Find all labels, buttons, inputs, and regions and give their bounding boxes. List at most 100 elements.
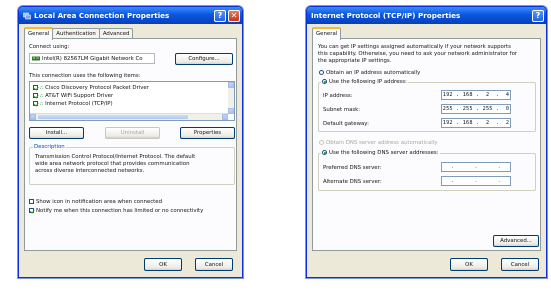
help-button[interactable]: ? [214, 9, 226, 22]
tcpip-properties-title: Internet Protocol (TCP/IP) Properties [311, 11, 461, 20]
intro-line-1: You can get IP settings assigned automat… [318, 44, 511, 50]
alternate-dns-label: Alternate DNS server: [323, 179, 382, 185]
ip-address-field[interactable]: 192 . 168 . 2 . 4 [441, 90, 511, 100]
help-button[interactable]: ? [532, 9, 544, 22]
preferred-dns-field[interactable]: . . . [441, 162, 511, 172]
obtain-dns-option[interactable]: Obtain DNS server address automatically [319, 140, 437, 146]
tab-general[interactable]: General [312, 27, 342, 40]
att-item-label: AT&T WiFi Support Driver [45, 93, 114, 99]
adapter-name: Intel(R) 82567LM Gigabit Network Co [42, 55, 143, 62]
configure-label: Configure... [188, 56, 220, 62]
scroll-down-arrow-icon[interactable] [228, 108, 234, 114]
connect-using-label: Connect using: [29, 44, 70, 50]
cisco-checkbox[interactable] [33, 85, 38, 90]
lan-properties-title: Local Area Connection Properties [34, 11, 170, 20]
install-label: Install... [45, 130, 68, 136]
use-ip-option[interactable]: Use the following IP address: [321, 79, 408, 85]
intro-line-2: this capability. Otherwise, you need to … [318, 51, 518, 57]
tcpip-item-label: Internet Protocol (TCP/IP) [45, 101, 113, 107]
default-gateway-field[interactable]: 192 . 168 . 2 . 2 [441, 118, 511, 128]
cancel-button[interactable]: Cancel [195, 258, 233, 271]
tcpip-properties-dialog: Internet Protocol (TCP/IP) Properties ? … [306, 6, 547, 278]
use-dns-label: Use the following DNS server addresses: [329, 150, 439, 156]
notify-label: Notify me when this connection has limit… [36, 208, 204, 214]
obtain-ip-radio[interactable] [319, 70, 324, 75]
ok-label: OK [159, 261, 167, 268]
list-item-att[interactable]: ⎍ AT&T WiFi Support Driver [33, 93, 113, 99]
cancel-label: Cancel [204, 261, 224, 268]
use-dns-option[interactable]: Use the following DNS server addresses: [321, 150, 440, 156]
scroll-up-arrow-icon[interactable] [228, 82, 234, 88]
advanced-label: Advanced... [500, 238, 532, 244]
horizontal-scroll-thumb[interactable] [38, 115, 188, 119]
ip-address-group: Use the following IP address: IP address… [318, 79, 536, 132]
list-item-tcpip[interactable]: ⎍ Internet Protocol (TCP/IP) [33, 101, 113, 107]
show-icon-label: Show icon in notification area when conn… [36, 199, 163, 205]
tcpip-properties-titlebar[interactable]: Internet Protocol (TCP/IP) Properties ? [307, 7, 546, 24]
scroll-right-arrow-icon[interactable] [222, 114, 228, 120]
general-tab-panel: Connect using: Intel(R) 82567LM Gigabit … [24, 38, 237, 251]
close-button[interactable]: ✕ [228, 9, 240, 22]
cancel-button[interactable]: Cancel [501, 258, 539, 271]
cisco-item-label: Cisco Discovery Protocol Packet Driver [45, 85, 149, 91]
notify-option[interactable]: Notify me when this connection has limit… [29, 208, 203, 214]
ok-label: OK [465, 261, 473, 268]
adapter-field: Intel(R) 82567LM Gigabit Network Co [29, 53, 155, 64]
subnet-mask-value: 255 . 255 . 255 . 0 [442, 106, 510, 112]
list-vertical-scrollbar[interactable] [228, 82, 234, 114]
use-dns-radio[interactable] [322, 150, 327, 155]
install-button[interactable]: Install... [29, 127, 84, 139]
ip-address-value: 192 . 168 . 2 . 4 [442, 92, 510, 98]
ip-address-label: IP address: [323, 93, 353, 99]
components-list[interactable]: ⎍ Cisco Discovery Protocol Packet Driver … [29, 81, 235, 121]
advanced-button[interactable]: Advanced... [493, 235, 539, 247]
uninstall-label: Uninstall [120, 130, 145, 136]
uninstall-button[interactable]: Uninstall [105, 127, 160, 139]
preferred-dns-label: Preferred DNS server: [323, 165, 382, 171]
show-icon-checkbox[interactable] [29, 199, 34, 204]
properties-label: Properties [193, 130, 222, 136]
network-connection-icon [23, 12, 31, 19]
obtain-dns-label: Obtain DNS server address automatically [326, 140, 438, 146]
subnet-mask-field[interactable]: 255 . 255 . 255 . 0 [441, 104, 511, 114]
tcpip-general-panel: You can get IP settings assigned automat… [312, 38, 541, 251]
ok-button[interactable]: OK [144, 258, 182, 271]
description-legend: Description [33, 144, 66, 150]
properties-button[interactable]: Properties [180, 127, 235, 139]
lan-properties-titlebar[interactable]: Local Area Connection Properties ? ✕ [19, 7, 242, 24]
obtain-ip-option[interactable]: Obtain an IP address automatically [319, 70, 420, 76]
tcpip-checkbox[interactable] [33, 101, 38, 106]
use-ip-radio[interactable] [322, 79, 327, 84]
network-adapter-icon [32, 56, 40, 61]
protocol-icon: ⎍ [40, 102, 44, 107]
alternate-dns-value: . . . [451, 178, 501, 184]
notify-checkbox[interactable] [29, 208, 34, 213]
intro-line-3: the appropriate IP settings. [318, 58, 392, 64]
protocol-icon: ⎍ [40, 86, 44, 91]
lan-properties-dialog: Local Area Connection Properties ? ✕ Gen… [18, 6, 243, 278]
alternate-dns-field[interactable]: . . . [441, 176, 511, 186]
items-label: This connection uses the following items… [29, 73, 141, 79]
show-icon-option[interactable]: Show icon in notification area when conn… [29, 199, 162, 205]
description-text-line-3: across diverse interconnected networks. [35, 168, 145, 174]
ok-button[interactable]: OK [450, 258, 488, 271]
scroll-left-arrow-icon[interactable] [30, 114, 36, 120]
use-ip-label: Use the following IP address: [329, 79, 407, 85]
default-gateway-label: Default gateway: [323, 121, 369, 127]
protocol-icon: ⎍ [40, 94, 44, 99]
description-text-line-2: wide area network protocol that provides… [35, 161, 190, 167]
dns-server-group: Use the following DNS server addresses: … [318, 150, 536, 191]
obtain-dns-radio[interactable] [319, 140, 324, 145]
subnet-mask-label: Subnet mask: [323, 107, 361, 113]
list-item-cisco[interactable]: ⎍ Cisco Discovery Protocol Packet Driver [33, 85, 149, 91]
att-checkbox[interactable] [33, 93, 38, 98]
description-group: Description Transmission Control Protoco… [29, 144, 235, 185]
tcpip-tabs: General [312, 27, 342, 40]
list-horizontal-scrollbar[interactable] [30, 113, 228, 120]
obtain-ip-label: Obtain an IP address automatically [326, 70, 421, 76]
default-gateway-value: 192 . 168 . 2 . 2 [442, 120, 510, 126]
configure-button[interactable]: Configure... [175, 53, 233, 65]
tab-general[interactable]: General [24, 27, 54, 40]
description-text-line-1: Transmission Control Protocol/Internet P… [35, 154, 196, 160]
preferred-dns-value: . . . [451, 164, 501, 170]
